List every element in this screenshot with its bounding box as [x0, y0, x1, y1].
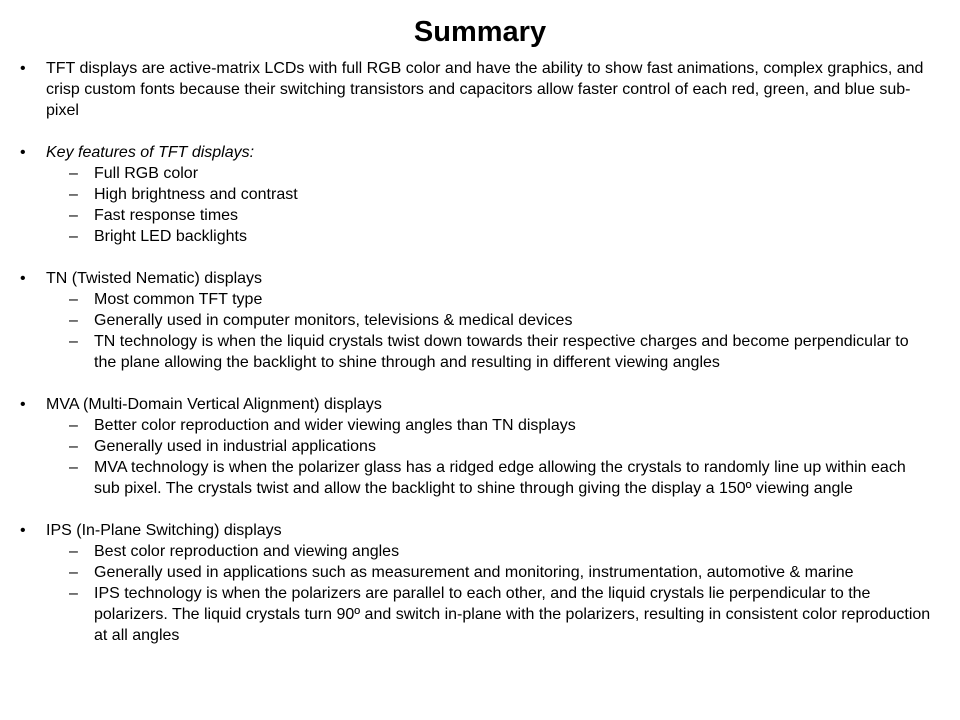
bullet-text: MVA (Multi-Domain Vertical Alignment) di…	[46, 396, 382, 413]
sub-bullet-item: – Generally used in industrial applicati…	[0, 436, 960, 457]
sub-bullet-marker-icon: –	[69, 564, 78, 581]
bullet-marker-icon: •	[20, 144, 26, 161]
bullet-group-tft-overview: • TFT displays are active-matrix LCDs wi…	[0, 58, 960, 121]
bullet-item: • TN (Twisted Nematic) displays	[0, 268, 960, 289]
sub-bullet-item: – Bright LED backlights	[0, 226, 960, 247]
bullet-marker-icon: •	[20, 396, 26, 413]
sub-bullet-marker-icon: –	[69, 585, 78, 602]
sub-bullet-text: Bright LED backlights	[94, 228, 247, 245]
sub-bullet-text: Most common TFT type	[94, 291, 263, 308]
sub-bullet-text: Better color reproduction and wider view…	[94, 417, 576, 434]
sub-bullet-marker-icon: –	[69, 291, 78, 308]
sub-bullet-text: Fast response times	[94, 207, 239, 224]
sub-bullet-item: – Most common TFT type	[0, 289, 960, 310]
sub-bullet-marker-icon: –	[69, 312, 78, 329]
bullet-group-mva-displays: • MVA (Multi-Domain Vertical Alignment) …	[0, 394, 960, 499]
sub-bullet-marker-icon: –	[69, 459, 78, 476]
slide: Summary • TFT displays are active-matrix…	[0, 0, 960, 720]
sub-bullet-item: – Best color reproduction and viewing an…	[0, 541, 960, 562]
page-title: Summary	[413, 16, 547, 48]
sub-bullet-item: – Better color reproduction and wider vi…	[0, 415, 960, 436]
sub-bullet-item: – Full RGB color	[0, 163, 960, 184]
bullet-group-tn-displays: • TN (Twisted Nematic) displays – Most c…	[0, 268, 960, 373]
bullet-item: • TFT displays are active-matrix LCDs wi…	[0, 58, 960, 121]
sub-bullet-item: – MVA technology is when the polarizer g…	[0, 457, 960, 499]
sub-bullet-text: TN technology is when the liquid crystal…	[94, 333, 909, 371]
bullet-item: • Key features of TFT displays:	[0, 142, 960, 163]
sub-bullet-item: – TN technology is when the liquid cryst…	[0, 331, 960, 373]
sub-bullet-marker-icon: –	[69, 165, 78, 182]
sub-bullet-item: – Generally used in applications such as…	[0, 562, 960, 583]
sub-bullet-marker-icon: –	[69, 207, 78, 224]
bullet-item: • MVA (Multi-Domain Vertical Alignment) …	[0, 394, 960, 415]
sub-bullet-text: Generally used in applications such as m…	[94, 564, 854, 581]
sub-bullet-item: – IPS technology is when the polarizers …	[0, 583, 960, 646]
bullet-text: TFT displays are active-matrix LCDs with…	[46, 60, 924, 119]
sub-bullet-marker-icon: –	[69, 186, 78, 203]
sub-bullet-marker-icon: –	[69, 438, 78, 455]
sub-bullet-marker-icon: –	[69, 543, 78, 560]
sub-bullet-item: – High brightness and contrast	[0, 184, 960, 205]
bullet-text: Key features of TFT displays:	[46, 144, 255, 161]
sub-bullet-text: IPS technology is when the polarizers ar…	[94, 585, 931, 644]
sub-bullet-text: Generally used in industrial application…	[94, 438, 376, 455]
sub-bullet-marker-icon: –	[69, 417, 78, 434]
bullet-marker-icon: •	[20, 270, 26, 287]
sub-bullet-text: High brightness and contrast	[94, 186, 298, 203]
sub-bullet-marker-icon: –	[69, 228, 78, 245]
bullet-group-key-features: • Key features of TFT displays: – Full R…	[0, 142, 960, 247]
sub-bullet-text: Full RGB color	[94, 165, 199, 182]
slide-body: • TFT displays are active-matrix LCDs wi…	[0, 58, 960, 646]
bullet-text: IPS (In-Plane Switching) displays	[46, 522, 282, 539]
bullet-item: • IPS (In-Plane Switching) displays	[0, 520, 960, 541]
sub-bullet-text: Best color reproduction and viewing angl…	[94, 543, 400, 560]
sub-bullet-text: MVA technology is when the polarizer gla…	[94, 459, 906, 497]
bullet-marker-icon: •	[20, 60, 26, 77]
sub-bullet-text: Generally used in computer monitors, tel…	[94, 312, 573, 329]
sub-bullet-marker-icon: –	[69, 333, 78, 350]
sub-bullet-item: – Generally used in computer monitors, t…	[0, 310, 960, 331]
bullet-group-ips-displays: • IPS (In-Plane Switching) displays – Be…	[0, 520, 960, 646]
bullet-text: TN (Twisted Nematic) displays	[46, 270, 263, 287]
bullet-marker-icon: •	[20, 522, 26, 539]
sub-bullet-item: – Fast response times	[0, 205, 960, 226]
